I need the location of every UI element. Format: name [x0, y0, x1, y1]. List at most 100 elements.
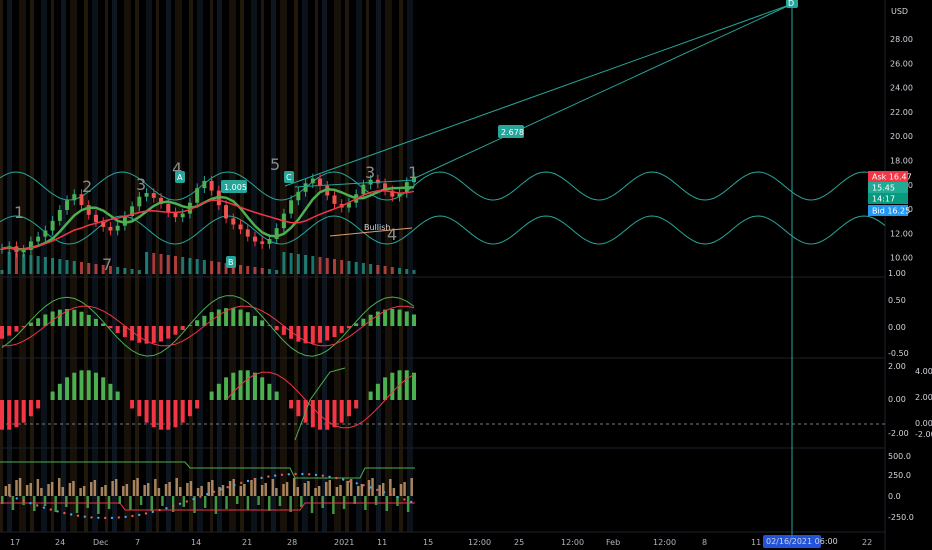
bottom-dot: [49, 508, 52, 511]
candle-body: [65, 200, 70, 210]
bottom-dot: [328, 475, 331, 478]
osc-bar: [115, 391, 120, 400]
candle-body: [180, 213, 185, 218]
macd-bar: [318, 326, 323, 343]
bottom-dot: [206, 493, 209, 496]
price-axis[interactable]: 28.0026.0024.0022.0020.0018.0016.0014.00…: [890, 35, 913, 263]
osc-bar: [65, 377, 70, 400]
macd-bar: [137, 326, 142, 343]
volume-bar: [152, 253, 156, 274]
volume-bar: [137, 270, 141, 274]
pane-tick: -2.00: [888, 429, 909, 438]
bottom-dot: [83, 515, 87, 518]
bottom-bar: [300, 496, 303, 507]
bottom-bar: [93, 480, 97, 496]
bottom-bar: [332, 496, 335, 514]
macd-bar: [195, 320, 200, 326]
svg-text:C: C: [286, 173, 292, 182]
bottom-bar: [143, 485, 146, 496]
pane-tick: 0.00: [888, 395, 906, 404]
bottom-bar: [86, 496, 89, 508]
bottom-bar: [228, 481, 232, 496]
bottom-bar: [50, 482, 54, 496]
bottom-bar: [4, 486, 8, 496]
volume-bar: [253, 267, 257, 274]
bottom-dot: [294, 472, 297, 476]
bottom-bar: [321, 496, 324, 508]
bottom-bar: [257, 496, 260, 505]
candle-body: [115, 225, 120, 231]
trading-chart[interactable]: 1 2 3 4 5 3 1 4 7 A C B D 1.005 2.678 Bu…: [0, 0, 932, 550]
bottom-bar: [182, 496, 186, 507]
volume-bar: [210, 261, 214, 274]
price-marker-label: 14:17: [872, 195, 895, 204]
volume-bar: [80, 262, 84, 274]
crosshair-time-label: 02/16/2021 06:00: [763, 535, 838, 548]
price-markers: Ask 16.47 15.45 14:17 Bid 16.25: [868, 171, 912, 216]
volume-bar: [405, 269, 409, 274]
volume-bar: [166, 255, 170, 274]
macd-bar: [166, 326, 171, 339]
bottom-dot: [97, 516, 100, 519]
osc-bar: [245, 370, 250, 400]
macd-bar: [216, 309, 221, 326]
price-tick: 22.00: [890, 108, 913, 117]
bottom-bar: [225, 496, 228, 509]
candle-body: [332, 195, 337, 204]
volume-bar: [181, 257, 185, 274]
macd-bar: [325, 326, 330, 341]
bottom-bar: [57, 478, 61, 496]
osc-bar: [108, 383, 113, 400]
marker-b[interactable]: B: [226, 256, 236, 268]
marker-c[interactable]: C: [284, 171, 294, 183]
time-tick: 25: [514, 538, 524, 547]
session-band: [399, 0, 403, 532]
volume-bar: [51, 258, 55, 274]
osc-bar: [166, 400, 171, 430]
bottom-dot: [124, 515, 127, 519]
bottom-bar: [72, 481, 75, 496]
pane-tick: 4.00: [915, 367, 932, 376]
pane-tick: -250.0: [888, 513, 914, 522]
macd-bar: [412, 314, 416, 326]
bottom-bar: [243, 484, 246, 496]
volume-bar: [282, 252, 286, 274]
candle-body: [202, 180, 207, 189]
ratio-1005-label[interactable]: 1.005: [221, 180, 247, 193]
bottom-dot: [42, 506, 46, 509]
bottom-bar: [15, 480, 18, 496]
time-tick: Dec: [93, 538, 108, 547]
volume-bar: [304, 255, 308, 274]
bottom-dot: [144, 512, 148, 515]
bottom-dot: [335, 476, 338, 480]
volume-bar: [130, 269, 134, 274]
osc-bar: [216, 383, 221, 400]
marker-a[interactable]: A: [175, 171, 185, 183]
svg-text:3: 3: [136, 175, 146, 194]
volume-bar: [311, 256, 315, 274]
pane-tick: 0.50: [888, 296, 906, 305]
time-tick: 2021: [334, 538, 354, 547]
osc-bar: [267, 383, 272, 400]
bottom-dot: [192, 497, 195, 501]
volume-bar: [412, 270, 416, 274]
bottom-dot: [76, 514, 80, 517]
bottom-bar: [164, 484, 168, 496]
point-d[interactable]: D: [786, 0, 798, 8]
osc-bar: [231, 372, 236, 400]
pane-axes: 1.00 0.50 0.00 -0.50 2.00 0.00 -2.00 4.00 2.00 0.…: [888, 269, 932, 522]
volume-bar: [239, 265, 243, 274]
time-axis[interactable]: 17 24 Dec 7 14 21 28 2021 11 15 12:00 25 12:00 Feb 12:…: [10, 538, 872, 547]
osc-bar: [339, 400, 344, 423]
session-band: [315, 0, 318, 532]
ratio-2678-label[interactable]: 2.678: [498, 125, 524, 138]
pane-tick: -0.50: [888, 349, 909, 358]
bottom-bar: [196, 488, 200, 496]
candle-body: [375, 179, 380, 184]
osc-bar: [412, 372, 416, 400]
svg-text:3: 3: [365, 163, 375, 182]
candle-body: [296, 191, 301, 201]
macd-bar: [130, 326, 135, 341]
price-tick: 20.00: [890, 132, 913, 141]
bottom-bar: [374, 496, 378, 505]
